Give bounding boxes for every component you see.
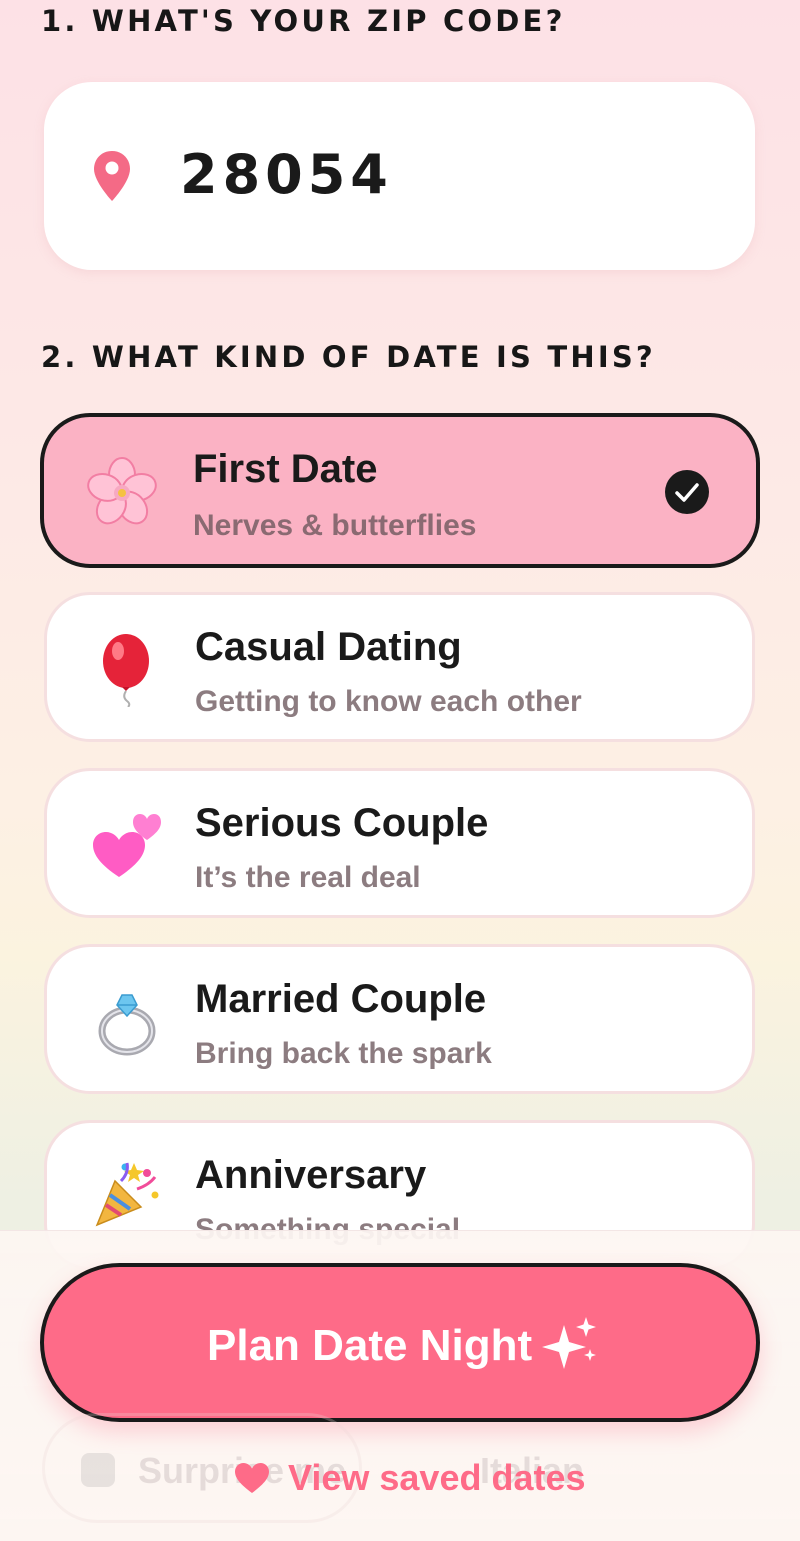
balloon-icon [103,634,149,707]
cherry-blossom-icon [87,457,157,525]
option-title: Casual Dating [195,625,462,669]
plan-date-night-button[interactable]: Plan Date Night [40,1263,760,1422]
option-subtitle: Getting to know each other [195,685,582,718]
option-title: Anniversary [195,1153,427,1197]
two-hearts-icon [93,814,161,877]
zip-input[interactable]: 28054 [180,143,393,206]
option-subtitle: It’s the real deal [195,861,421,894]
date-type-option-serious-couple[interactable]: Serious Couple It’s the real deal [44,768,755,918]
dice-icon [81,1453,115,1487]
option-subtitle: Nerves & butterflies [193,509,477,542]
option-title: Married Couple [195,977,487,1021]
zip-input-card[interactable] [44,82,755,270]
heart-icon [235,1463,269,1493]
option-subtitle: Bring back the spark [195,1037,492,1070]
plan-button-label: Plan Date Night [207,1321,533,1370]
view-saved-dates-label: View saved dates [288,1457,586,1498]
date-kind-section-label: 2. WHAT KIND OF DATE IS THIS? [41,340,656,374]
view-saved-dates-link[interactable]: View saved dates [234,1455,586,1501]
party-popper-icon [95,1162,159,1227]
option-title: Serious Couple [195,801,489,845]
sparkles-icon [542,1317,596,1369]
date-type-option-casual-dating[interactable]: Casual Dating Getting to know each other [44,592,755,742]
map-pin-icon [94,151,130,201]
date-type-option-first-date[interactable]: First Date Nerves & butterflies [40,413,760,568]
ring-icon [98,994,156,1056]
option-title: First Date [193,447,378,491]
zip-section-label: 1. WHAT'S YOUR ZIP CODE? [41,4,566,38]
date-type-option-married-couple[interactable]: Married Couple Bring back the spark [44,944,755,1094]
check-circle-icon [665,470,709,514]
